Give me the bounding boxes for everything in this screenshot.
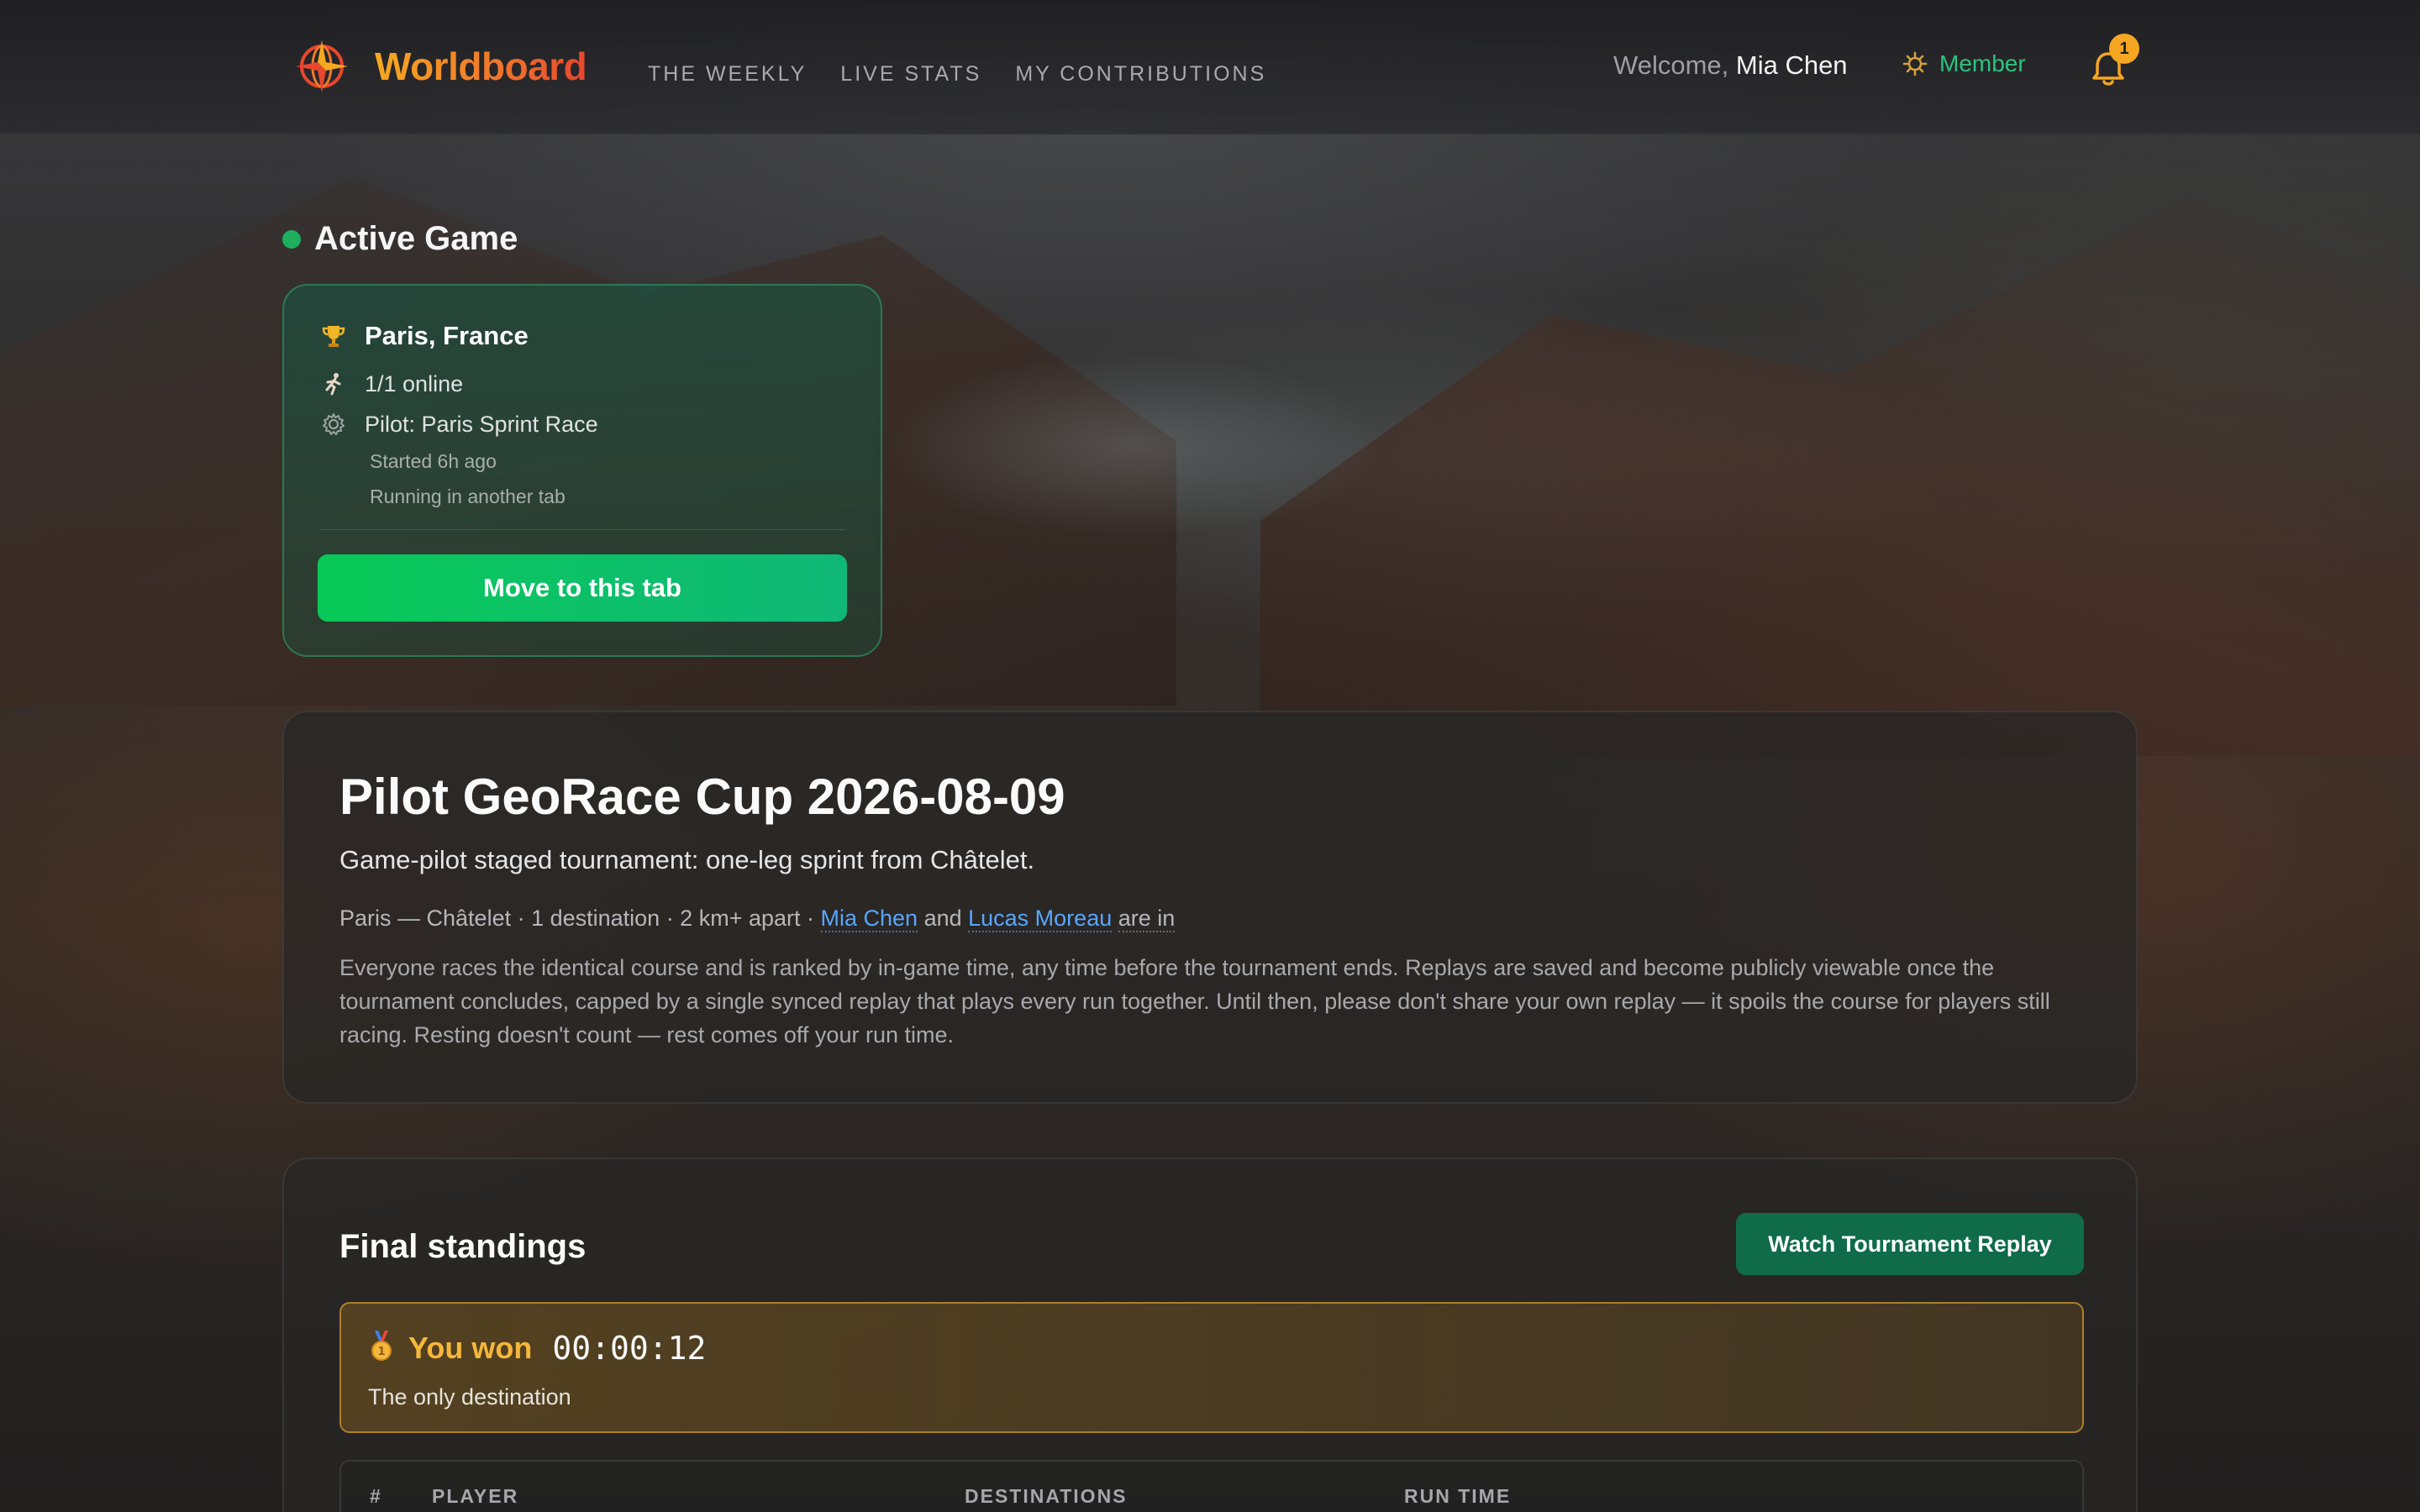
column-header-rank: # bbox=[370, 1485, 382, 1507]
runner-icon bbox=[319, 370, 348, 398]
welcome-prefix: Welcome, bbox=[1613, 50, 1729, 80]
online-count: 1/1 online bbox=[365, 370, 464, 396]
player-link-mia-chen[interactable]: Mia Chen bbox=[820, 906, 918, 932]
move-to-this-tab-button[interactable]: Move to this tab bbox=[318, 554, 847, 622]
status-dot bbox=[282, 229, 301, 249]
column-header-player: PLAYER bbox=[432, 1485, 519, 1507]
winner-banner: 1 You won 00:00:12 The only destination bbox=[339, 1302, 2084, 1433]
game-location: Paris, France bbox=[365, 321, 529, 350]
you-won-label: You won bbox=[408, 1330, 533, 1365]
column-header-destinations: DESTINATIONS bbox=[965, 1485, 1128, 1507]
started-time: Started 6h ago bbox=[370, 450, 497, 472]
standings-title: Final standings bbox=[339, 1228, 587, 1265]
running-status: Running in another tab bbox=[370, 486, 566, 507]
column-header-run-time: RUN TIME bbox=[1404, 1485, 1512, 1507]
compass-globe-icon[interactable] bbox=[292, 37, 351, 96]
pilot-name: Pilot: Paris Sprint Race bbox=[365, 411, 598, 437]
meta-and: and bbox=[918, 906, 969, 931]
tournament-subtitle: Game-pilot staged tournament: one-leg sp… bbox=[339, 845, 1035, 874]
member-label: Member bbox=[1939, 50, 2026, 76]
svg-text:1: 1 bbox=[377, 1346, 385, 1358]
winner-subtext: The only destination bbox=[368, 1384, 571, 1410]
standings-table: # PLAYER DESTINATIONS RUN TIME bbox=[339, 1460, 2084, 1512]
gear-icon bbox=[319, 410, 348, 438]
trophy-icon bbox=[319, 322, 348, 350]
active-game-card: Paris, France 1/1 online Pilot: Paris Sp… bbox=[282, 284, 882, 657]
medal-icon: 1 bbox=[368, 1329, 395, 1367]
tournament-description: Everyone races the identical course and … bbox=[339, 955, 2050, 1047]
top-header: Worldboard THE WEEKLY LIVE STATS MY CONT… bbox=[0, 0, 2420, 134]
nav-the-weekly[interactable]: THE WEEKLY bbox=[648, 62, 807, 87]
active-game-heading: Active Game bbox=[282, 220, 518, 258]
winner-line: 1 You won 00:00:12 bbox=[368, 1329, 706, 1367]
brand-logo-text[interactable]: Worldboard bbox=[375, 44, 587, 89]
tournament-card: Pilot GeoRace Cup 2026-08-09 Game-pilot … bbox=[282, 711, 2138, 1104]
winning-time: 00:00:12 bbox=[552, 1329, 707, 1367]
nav-live-stats[interactable]: LIVE STATS bbox=[840, 62, 981, 87]
member-badge[interactable]: Member bbox=[1902, 50, 2026, 77]
active-game-title: Active Game bbox=[314, 220, 518, 257]
nav-my-contributions[interactable]: MY CONTRIBUTIONS bbox=[1015, 62, 1266, 87]
welcome-text: Welcome, Mia Chen bbox=[1613, 50, 1848, 81]
standings-card: Final standings Watch Tournament Replay … bbox=[282, 1158, 2138, 1512]
badge-icon bbox=[1902, 51, 1928, 76]
main-nav: THE WEEKLY LIVE STATS MY CONTRIBUTIONS bbox=[648, 62, 1266, 87]
user-name[interactable]: Mia Chen bbox=[1736, 50, 1848, 80]
divider bbox=[319, 529, 845, 530]
tournament-meta: Paris — Châtelet · 1 destination · 2 km+… bbox=[339, 906, 1176, 932]
player-link-lucas-moreau[interactable]: Lucas Moreau bbox=[968, 906, 1113, 932]
tournament-title: Pilot GeoRace Cup 2026-08-09 bbox=[339, 769, 1065, 825]
pilot-row: Pilot: Paris Sprint Race bbox=[319, 410, 598, 438]
watch-replay-button[interactable]: Watch Tournament Replay bbox=[1736, 1213, 2084, 1275]
game-location-row: Paris, France bbox=[319, 321, 529, 351]
meta-suffix: are in bbox=[1118, 906, 1176, 932]
notification-count-badge: 1 bbox=[2109, 34, 2139, 64]
online-row: 1/1 online bbox=[319, 370, 463, 398]
meta-prefix: Paris — Châtelet · 1 destination · 2 km+… bbox=[339, 906, 821, 931]
